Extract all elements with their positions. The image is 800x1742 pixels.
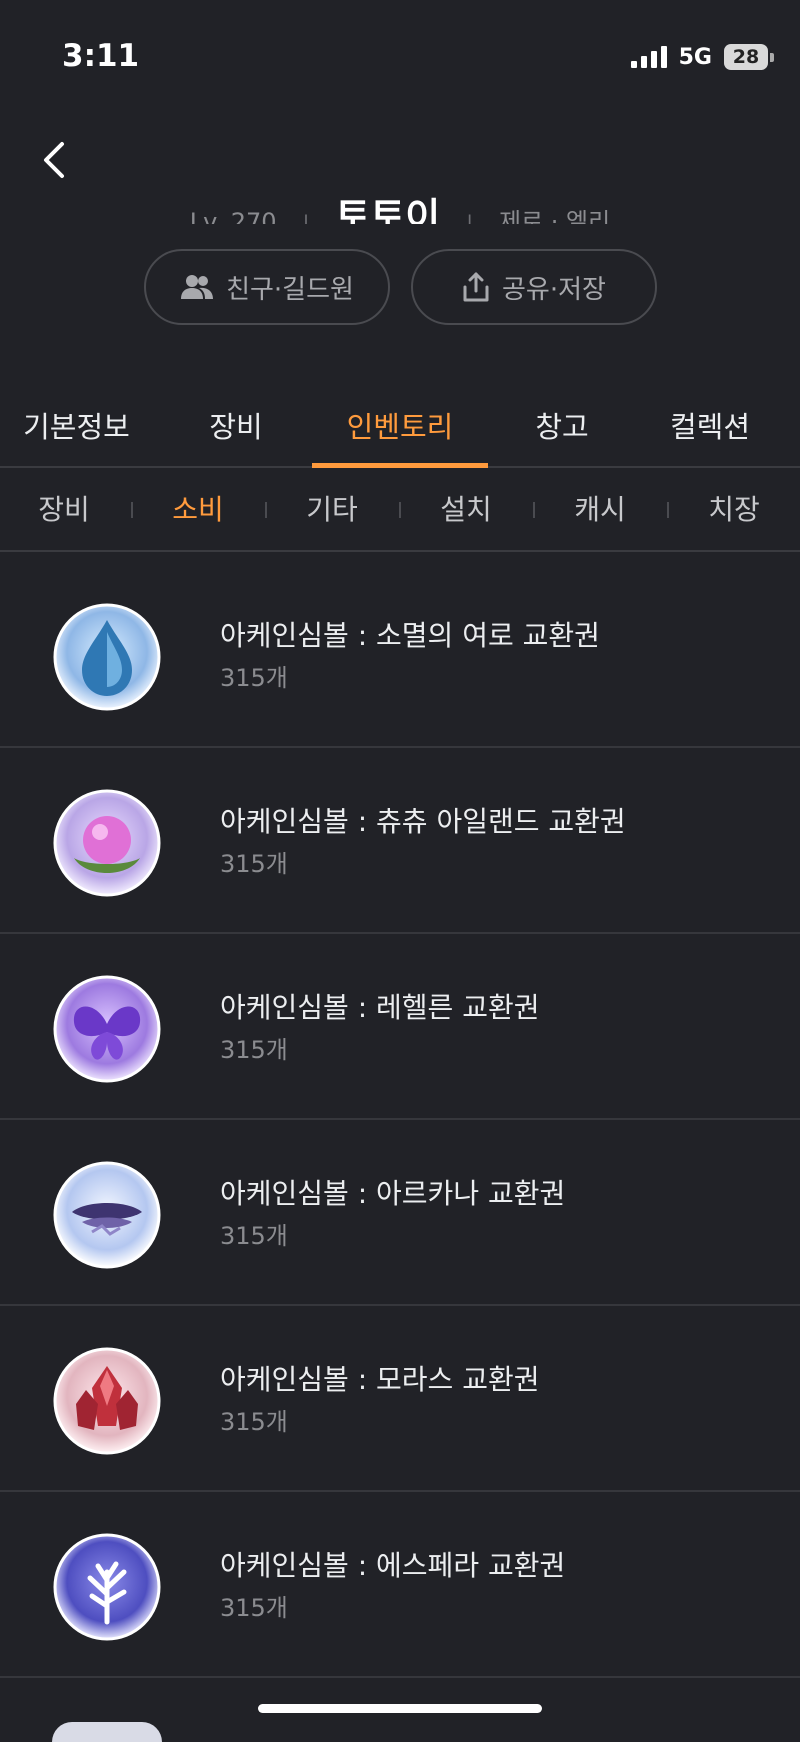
share-save-label: 공유·저장 [502, 274, 606, 305]
subtab-divider [399, 502, 401, 518]
character-name: 토토이 [335, 195, 441, 224]
network-type: 5G [678, 44, 712, 70]
tab-basic-info[interactable]: 기본정보 [4, 390, 149, 466]
subtab-cash[interactable]: 캐시 [560, 466, 640, 550]
back-button[interactable] [38, 138, 78, 182]
subtab-setup[interactable]: 설치 [426, 466, 506, 550]
status-bar: 3:11 5G 28 [0, 0, 800, 118]
item-list: 아케인심볼 : 소멸의 여로 교환권 315개 아케인심볼 : 츄츄 아일랜드 … [0, 562, 800, 1678]
subtab-divider [131, 502, 133, 518]
item-quantity: 315개 [220, 850, 288, 878]
chevron-left-icon [44, 142, 64, 178]
battery-level: 28 [724, 44, 768, 70]
subtab-etc[interactable]: 기타 [292, 466, 372, 550]
friend-guild-button[interactable]: 친구·길드원 [144, 249, 390, 325]
item-quantity: 315개 [220, 1222, 288, 1250]
character-level: Lv. 270 [189, 208, 277, 224]
list-item[interactable]: 아케인심볼 : 츄츄 아일랜드 교환권 315개 [0, 748, 800, 934]
item-quantity: 315개 [220, 1036, 288, 1064]
item-quantity: 315개 [220, 1594, 288, 1622]
item-quantity: 315개 [220, 1408, 288, 1436]
profile-summary: Lv. 270 | 토토이 | 제로 · 엘리 [0, 186, 800, 224]
item-name: 아케인심볼 : 레헬른 교환권 [220, 991, 540, 1024]
tab-equipment[interactable]: 장비 [176, 390, 296, 466]
character-class-world: 제로 · 엘리 [498, 208, 611, 224]
home-indicator[interactable] [258, 1704, 542, 1713]
list-item[interactable]: 아케인심볼 : 레헬른 교환권 315개 [0, 934, 800, 1120]
item-name: 아케인심볼 : 에스페라 교환권 [220, 1549, 566, 1582]
item-name: 아케인심볼 : 아르카나 교환권 [220, 1177, 566, 1210]
item-name: 아케인심볼 : 소멸의 여로 교환권 [220, 619, 600, 652]
vanishing-journey-symbol-icon [53, 603, 161, 711]
subtab-divider [533, 502, 535, 518]
status-indicators: 5G 28 [630, 44, 774, 70]
subtab-divider [667, 502, 669, 518]
subtab-consumable[interactable]: 소비 [158, 466, 238, 550]
lachelein-symbol-icon [53, 975, 161, 1083]
item-name: 아케인심볼 : 츄츄 아일랜드 교환권 [220, 805, 626, 838]
battery-icon: 28 [724, 44, 774, 70]
inventory-sub-tab-bar: 장비 소비 기타 설치 캐시 치장 [0, 466, 800, 552]
people-icon [181, 275, 214, 299]
share-save-button[interactable]: 공유·저장 [411, 249, 657, 325]
subtab-decoration[interactable]: 치장 [694, 466, 774, 550]
list-item[interactable]: 아케인심볼 : 소멸의 여로 교환권 315개 [0, 562, 800, 748]
item-quantity: 315개 [220, 664, 288, 692]
share-icon [463, 272, 489, 302]
status-time: 3:11 [62, 38, 140, 74]
arcana-symbol-icon [53, 1161, 161, 1269]
subtab-divider [265, 502, 267, 518]
main-tab-bar: 기본정보 장비 인벤토리 창고 컬렉션 [0, 390, 800, 468]
esfera-symbol-icon [53, 1533, 161, 1641]
signal-icon [630, 46, 667, 68]
friend-guild-label: 친구·길드원 [226, 274, 354, 305]
tab-inventory[interactable]: 인벤토리 [312, 390, 488, 468]
morass-symbol-icon [53, 1347, 161, 1455]
chuchu-island-symbol-icon [53, 789, 161, 897]
tab-storage[interactable]: 창고 [502, 390, 622, 466]
list-item[interactable]: 아케인심볼 : 모라스 교환권 315개 [0, 1306, 800, 1492]
list-item[interactable]: 아케인심볼 : 아르카나 교환권 315개 [0, 1120, 800, 1306]
item-name: 아케인심볼 : 모라스 교환권 [220, 1363, 540, 1396]
list-item[interactable]: 아케인심볼 : 에스페라 교환권 315개 [0, 1492, 800, 1678]
tab-collection[interactable]: 컬렉션 [640, 390, 780, 466]
subtab-equipment[interactable]: 장비 [24, 466, 104, 550]
next-item-icon [52, 1722, 162, 1742]
